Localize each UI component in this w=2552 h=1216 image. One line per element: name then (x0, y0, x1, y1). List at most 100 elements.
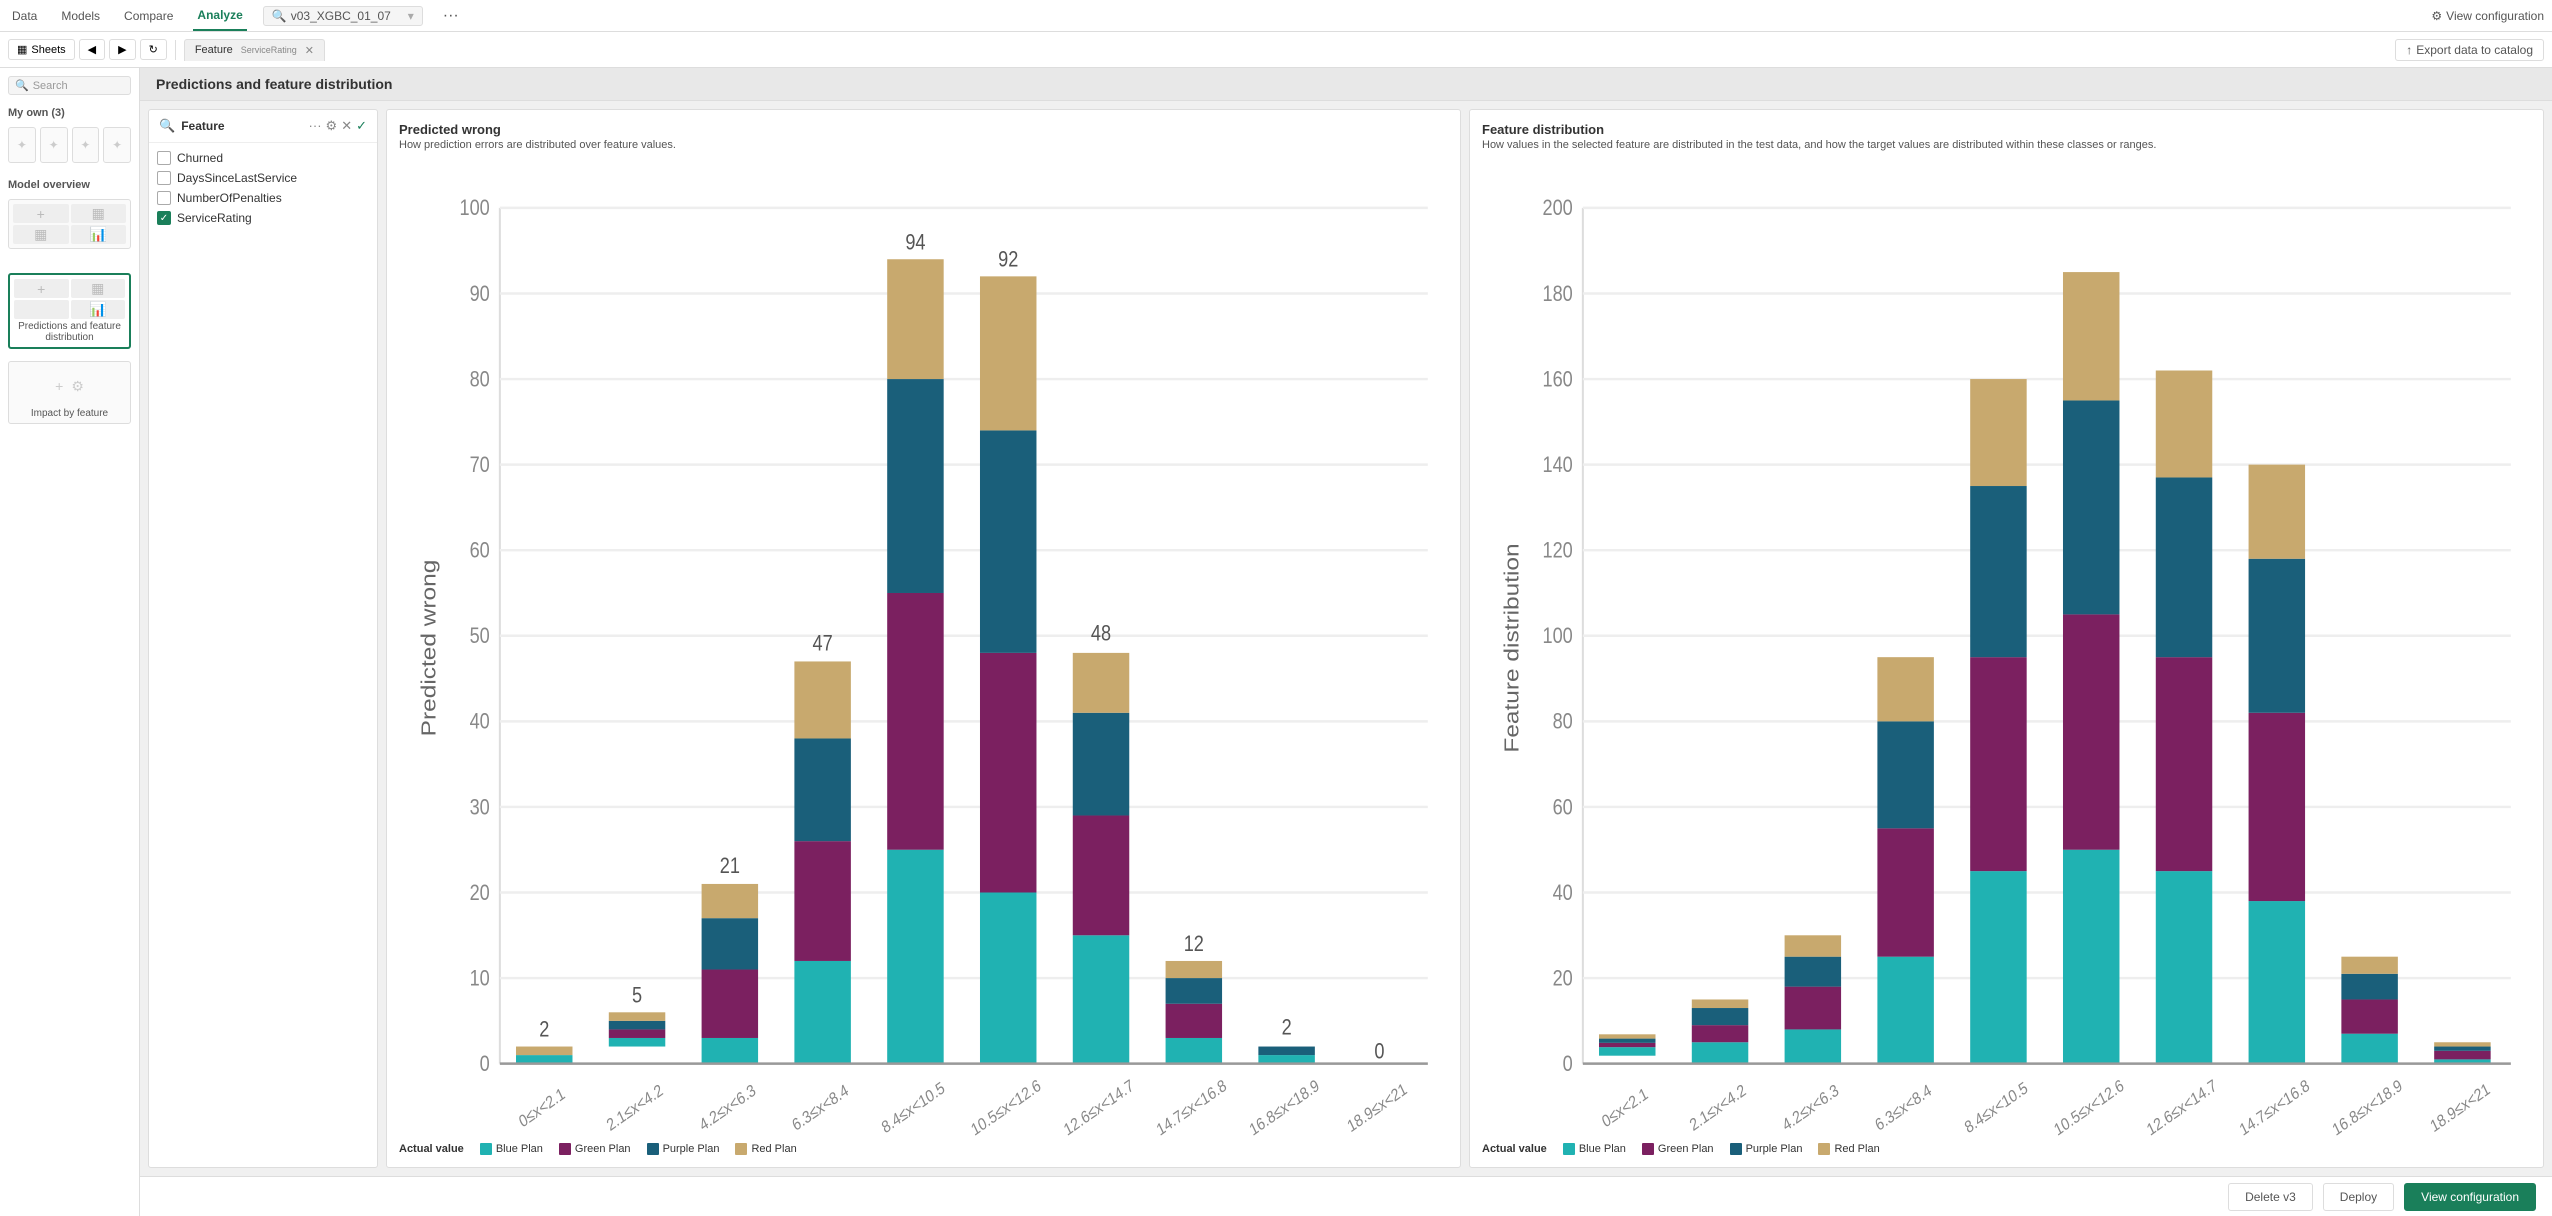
mini-card-3[interactable]: ✦ (72, 127, 100, 163)
left-chart-container: Predicted wrong 0 10 20 30 (399, 159, 1448, 1137)
svg-text:140: 140 (1543, 453, 1573, 477)
sheets-button[interactable]: ▦ Sheets (8, 39, 75, 60)
toolbar-back[interactable]: ◀ (79, 39, 105, 60)
actual-value-label: Actual value (399, 1143, 464, 1155)
penalties-checkbox[interactable] (157, 191, 171, 205)
feature-panel-title: Feature (181, 119, 302, 133)
churned-label: Churned (177, 151, 223, 165)
my-own-label: My own (3) (8, 107, 131, 119)
feature-settings-icon[interactable]: ⚙ (326, 118, 338, 134)
thumb-empty-icon (14, 300, 69, 319)
thumb-bar3-icon: ▦ (71, 279, 126, 298)
thumb-bar2-icon: ▦ (13, 225, 69, 244)
feature-more-icon[interactable]: ··· (309, 118, 322, 134)
mini-card-1[interactable]: ✦ (8, 127, 36, 163)
deploy-button[interactable]: Deploy (2323, 1183, 2394, 1211)
mini-card-4[interactable]: ✦ (103, 127, 131, 163)
export-icon: ↑ (2406, 43, 2412, 57)
blue-plan-label: Blue Plan (496, 1143, 543, 1155)
feature-list: Churned DaysSinceLastService NumberOfPen… (149, 143, 377, 233)
bottom-bar: Delete v3 Deploy View configuration (140, 1176, 2552, 1216)
green-plan-label-right: Green Plan (1658, 1143, 1714, 1155)
svg-text:Predicted wrong: Predicted wrong (417, 560, 440, 737)
view-configuration-button[interactable]: ⚙ View configuration (2431, 9, 2544, 23)
search-icon: 🔍 (272, 9, 287, 23)
predictions-card[interactable]: + ▦ 📊 Predictions and feature distributi… (8, 273, 131, 349)
left-chart-title: Predicted wrong (399, 122, 1448, 137)
svg-text:90: 90 (470, 282, 490, 306)
export-button[interactable]: ↑ Export data to catalog (2395, 39, 2544, 61)
svg-text:200: 200 (1543, 197, 1573, 221)
legend-purple-plan: Purple Plan (647, 1143, 720, 1155)
model-search[interactable]: 🔍 v03_XGBC_01_07 ▾ (263, 6, 423, 26)
impact-card[interactable]: + ⚙ Impact by feature (8, 361, 131, 424)
green-plan-color (559, 1143, 571, 1155)
model-name: v03_XGBC_01_07 (291, 9, 391, 23)
rbar-7 (2249, 465, 2305, 1064)
churned-checkbox[interactable] (157, 151, 171, 165)
feature-panel-actions: ··· ⚙ ✕ ✓ (309, 118, 367, 134)
days-label: DaysSinceLastService (177, 171, 297, 185)
blue-plan-color-right (1563, 1143, 1575, 1155)
feature-days[interactable]: DaysSinceLastService (157, 171, 369, 185)
svg-text:40: 40 (1553, 881, 1573, 905)
thumb-chart2-icon: 📊 (71, 300, 126, 319)
nav-models[interactable]: Models (57, 0, 104, 31)
feature-close-icon[interactable]: ✕ (341, 118, 352, 134)
bar-group-8: 2 (1258, 1016, 1314, 1064)
feature-churned[interactable]: Churned (157, 151, 369, 165)
blue-plan-color (480, 1143, 492, 1155)
thumb-bar-icon: ▦ (71, 204, 127, 223)
legend-green-plan-right: Green Plan (1642, 1143, 1714, 1155)
svg-text:100: 100 (460, 197, 490, 221)
blue-plan-label-right: Blue Plan (1579, 1143, 1626, 1155)
mini-card-2[interactable]: ✦ (40, 127, 68, 163)
sidebar-search[interactable]: 🔍 Search (8, 76, 131, 95)
svg-text:6.3≤x<8.4: 6.3≤x<8.4 (790, 1081, 852, 1135)
right-chart-subtitle: How values in the selected feature are d… (1482, 139, 2531, 151)
toolbar-refresh[interactable]: ↻ (140, 39, 167, 60)
left-chart-panel: Predicted wrong How prediction errors ar… (386, 109, 1461, 1168)
toolbar-separator (175, 40, 176, 60)
svg-text:2.1≤x<4.2: 2.1≤x<4.2 (1687, 1081, 1749, 1135)
toolbar-forward[interactable]: ▶ (109, 39, 135, 60)
tab-sublabel: ServiceRating (241, 45, 297, 55)
feature-penalties[interactable]: NumberOfPenalties (157, 191, 369, 205)
nav-analyze[interactable]: Analyze (193, 0, 246, 31)
legend-red-plan-right: Red Plan (1818, 1143, 1879, 1155)
right-chart-title: Feature distribution (1482, 122, 2531, 137)
impact-card-label: Impact by feature (13, 408, 126, 419)
more-options-icon[interactable]: ··· (443, 7, 459, 25)
svg-text:4.2≤x<6.3: 4.2≤x<6.3 (1780, 1081, 1842, 1135)
left-chart-legend: Actual value Blue Plan Green Plan Purple… (399, 1143, 1448, 1155)
feature-check-icon[interactable]: ✓ (356, 118, 367, 134)
legend-blue-plan: Blue Plan (480, 1143, 543, 1155)
model-overview-label: Model overview (8, 179, 131, 191)
model-overview-card[interactable]: + ▦ ▦ 📊 (8, 199, 131, 249)
feature-search-icon: 🔍 (159, 118, 175, 134)
delete-button[interactable]: Delete v3 (2228, 1183, 2313, 1211)
mini-cards-row1: ✦ ✦ ✦ ✦ (8, 127, 131, 163)
legend-purple-plan-right: Purple Plan (1730, 1143, 1803, 1155)
charts-area: 🔍 Feature ··· ⚙ ✕ ✓ Churned (140, 101, 2552, 1176)
svg-text:2: 2 (1282, 1016, 1292, 1040)
right-chart-svg: Feature distribution 0 20 40 60 (1482, 159, 2531, 1137)
purple-plan-label-right: Purple Plan (1746, 1143, 1803, 1155)
svg-text:12.6≤x<14.7: 12.6≤x<14.7 (1061, 1077, 1136, 1137)
nav-data[interactable]: Data (8, 0, 41, 31)
main-layout: 🔍 Search My own (3) ✦ ✦ ✦ ✦ Model overvi… (0, 68, 2552, 1216)
red-plan-color (735, 1143, 747, 1155)
feature-panel-header: 🔍 Feature ··· ⚙ ✕ ✓ (149, 110, 377, 143)
svg-text:20: 20 (1553, 967, 1573, 991)
green-plan-color-right (1642, 1143, 1654, 1155)
close-tab-icon[interactable]: ✕ (305, 44, 314, 57)
svg-text:10.5≤x<12.6: 10.5≤x<12.6 (2052, 1076, 2127, 1137)
rbar-2 (1785, 935, 1841, 1063)
bar-group-1: 5 (609, 984, 665, 1047)
days-checkbox[interactable] (157, 171, 171, 185)
nav-compare[interactable]: Compare (120, 0, 177, 31)
view-config-bottom-button[interactable]: View configuration (2404, 1183, 2536, 1211)
feature-tab[interactable]: Feature ServiceRating ✕ (184, 39, 325, 61)
service-rating-checkbox[interactable]: ✓ (157, 211, 171, 225)
feature-service-rating[interactable]: ✓ ServiceRating (157, 211, 369, 225)
